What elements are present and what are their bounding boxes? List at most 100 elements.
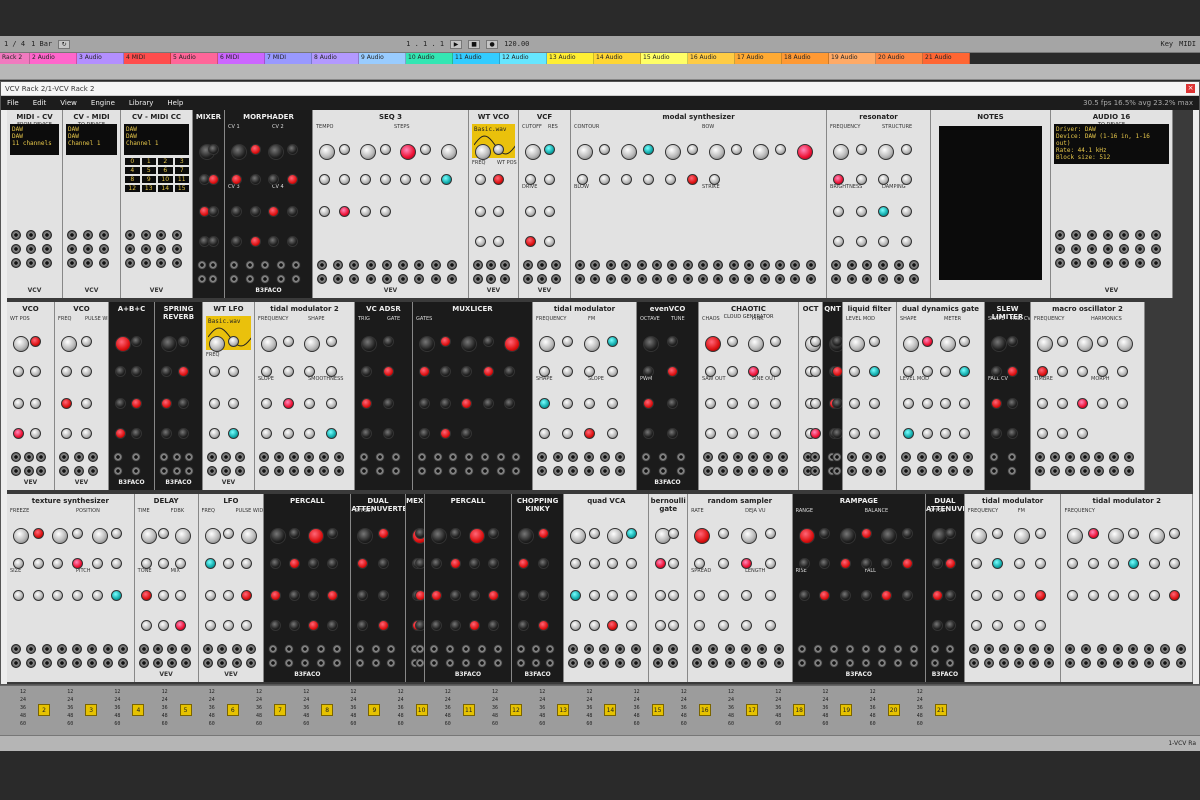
patch-jack[interactable] (386, 658, 397, 668)
module-percall[interactable]: PERCALL B3FACO (424, 494, 512, 682)
module-cv-midi[interactable]: CV - MIDITO DEVICEDAWDAWChannel 1VCV (63, 110, 121, 298)
device-display[interactable]: Driver: DAW Device: DAW (1-16 in, 1-16 ou… (1054, 124, 1169, 164)
channel-number-button[interactable]: 16 (698, 704, 711, 716)
parameter-knob[interactable] (921, 398, 933, 409)
parameter-knob[interactable] (1035, 558, 1047, 569)
patch-jack[interactable] (1087, 258, 1097, 268)
parameter-knob[interactable] (249, 236, 261, 247)
parameter-knob[interactable] (798, 528, 815, 544)
patch-jack[interactable] (537, 452, 547, 462)
device-display[interactable]: DAW DAW 11 channels (10, 124, 59, 155)
cc-cell[interactable]: 1 (141, 158, 156, 165)
parameter-knob[interactable] (1128, 558, 1140, 569)
module-vco[interactable]: VCO WT POS VEV (7, 302, 55, 490)
parameter-knob[interactable] (468, 558, 480, 569)
patch-jack[interactable] (810, 466, 820, 476)
parameter-knob[interactable] (903, 336, 919, 352)
parameter-knob[interactable] (606, 398, 618, 409)
parameter-knob[interactable] (810, 336, 821, 347)
patch-jack[interactable] (208, 260, 218, 270)
patch-jack[interactable] (599, 466, 610, 476)
patch-jack[interactable] (805, 260, 816, 270)
track-header[interactable]: 10 Audio (406, 53, 453, 64)
parameter-knob[interactable] (1087, 590, 1099, 601)
patch-jack[interactable] (810, 452, 820, 462)
patch-jack[interactable] (259, 466, 269, 476)
patch-jack[interactable] (289, 466, 299, 476)
cc-cell[interactable]: 0 (125, 158, 140, 165)
patch-jack[interactable] (102, 644, 113, 654)
patch-jack[interactable] (41, 244, 52, 254)
module-tidal-modulator-2[interactable]: tidal modulator 2 FREQUENCY (1061, 494, 1194, 682)
patch-jack[interactable] (495, 466, 506, 476)
patch-jack[interactable] (615, 466, 626, 476)
patch-jack[interactable] (67, 244, 77, 254)
patch-jack[interactable] (1135, 230, 1145, 240)
parameter-knob[interactable] (361, 336, 377, 352)
module-quad-vca[interactable]: quad VCA (564, 494, 650, 682)
parameter-knob[interactable] (625, 528, 637, 539)
track-header[interactable]: 2 Audio (30, 53, 77, 64)
patch-jack[interactable] (381, 260, 392, 270)
patch-jack[interactable] (667, 274, 678, 284)
track-header[interactable]: 15 Audio (641, 53, 688, 64)
parameter-knob[interactable] (420, 174, 432, 185)
patch-jack[interactable] (778, 466, 788, 476)
parameter-knob[interactable] (357, 558, 369, 569)
patch-jack[interactable] (713, 274, 724, 284)
module-dual-dynamics-gate[interactable]: dual dynamics gate SHAPE METER LEVEL MOD (897, 302, 985, 490)
patch-jack[interactable] (26, 258, 37, 268)
patch-jack[interactable] (284, 658, 295, 668)
parameter-knob[interactable] (940, 428, 951, 439)
patch-jack[interactable] (568, 452, 579, 462)
parameter-knob[interactable] (379, 206, 391, 217)
parameter-knob[interactable] (903, 366, 914, 377)
patch-jack[interactable] (916, 466, 927, 476)
parameter-knob[interactable] (717, 558, 729, 569)
parameter-knob[interactable] (178, 336, 189, 347)
parameter-knob[interactable] (819, 528, 831, 539)
patch-jack[interactable] (983, 644, 994, 654)
parameter-knob[interactable] (400, 174, 412, 185)
module-bernoulli-gate[interactable]: bernoulli gate (649, 494, 689, 682)
patch-jack[interactable] (945, 644, 956, 654)
parameter-knob[interactable] (319, 144, 335, 160)
parameter-knob[interactable] (209, 336, 225, 352)
track-header[interactable]: 11 Audio (453, 53, 500, 64)
cc-cell[interactable]: 2 (158, 158, 173, 165)
track-header[interactable]: Rack 2 (0, 53, 30, 64)
patch-jack[interactable] (125, 244, 135, 254)
parameter-knob[interactable] (819, 590, 831, 601)
parameter-knob[interactable] (1035, 528, 1047, 539)
channel-number-button[interactable]: 18 (793, 704, 806, 716)
parameter-knob[interactable] (900, 206, 912, 217)
patch-jack[interactable] (229, 260, 239, 270)
parameter-knob[interactable] (282, 336, 294, 347)
patch-jack[interactable] (156, 230, 166, 240)
patch-jack[interactable] (495, 452, 506, 462)
patch-jack[interactable] (860, 658, 871, 668)
patch-jack[interactable] (284, 644, 295, 654)
patch-jack[interactable] (641, 466, 651, 476)
parameter-knob[interactable] (493, 206, 504, 217)
parameter-knob[interactable] (430, 590, 442, 601)
patch-jack[interactable] (551, 274, 561, 284)
parameter-knob[interactable] (52, 590, 64, 601)
patch-jack[interactable] (171, 466, 182, 476)
patch-jack[interactable] (125, 230, 135, 240)
module-spring-reverb[interactable]: SPRING REVERB B3FACO (155, 302, 203, 490)
parameter-knob[interactable] (204, 528, 221, 544)
parameter-knob[interactable] (878, 174, 889, 185)
patch-jack[interactable] (56, 644, 67, 654)
patch-jack[interactable] (893, 260, 904, 270)
patch-jack[interactable] (530, 658, 541, 668)
parameter-knob[interactable] (810, 398, 821, 409)
patch-jack[interactable] (319, 452, 329, 462)
parameter-knob[interactable] (208, 174, 219, 185)
module-muxlicer[interactable]: MUXLICER GATES (413, 302, 533, 490)
parameter-knob[interactable] (903, 428, 914, 439)
patch-jack[interactable] (334, 452, 344, 462)
patch-jack[interactable] (876, 466, 887, 476)
module-notes[interactable]: NOTES (931, 110, 1051, 298)
channel-number-button[interactable]: 14 (604, 704, 617, 716)
